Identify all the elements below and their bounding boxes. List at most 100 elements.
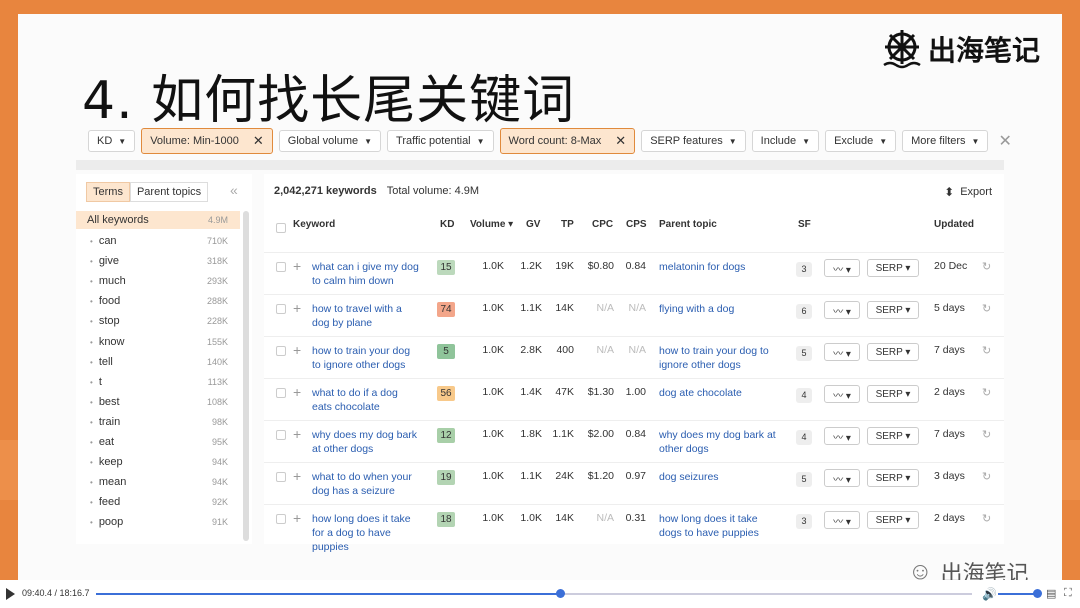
keyword-link[interactable]: what to do if a dog eats chocolate bbox=[312, 386, 398, 414]
col-tp[interactable]: TP bbox=[561, 219, 574, 230]
row-checkbox[interactable] bbox=[276, 262, 286, 272]
filter-exclude[interactable]: Exclude ▼ bbox=[825, 130, 897, 152]
keyword-link[interactable]: how to travel with a dog by plane bbox=[312, 302, 402, 330]
sidebar-item-term[interactable]: • know 155K bbox=[76, 331, 240, 351]
add-icon[interactable]: + bbox=[293, 342, 301, 358]
progress-knob[interactable] bbox=[556, 589, 565, 598]
sf-count[interactable]: 3 bbox=[796, 514, 812, 529]
add-icon[interactable]: + bbox=[293, 426, 301, 442]
row-checkbox[interactable] bbox=[276, 430, 286, 440]
filter-word-count[interactable]: Word count: 8-Max ✕ bbox=[499, 128, 636, 154]
filter-serp-features[interactable]: SERP features ▼ bbox=[641, 130, 746, 152]
sidebar-item-all-keywords[interactable]: All keywords 4.9M bbox=[76, 211, 240, 229]
sf-count[interactable]: 4 bbox=[796, 430, 812, 445]
tab-terms[interactable]: Terms bbox=[86, 182, 130, 202]
col-updated[interactable]: Updated bbox=[934, 219, 974, 230]
add-icon[interactable]: + bbox=[293, 258, 301, 274]
volume-knob[interactable] bbox=[1033, 589, 1042, 598]
keyword-link[interactable]: why does my dog bark at other dogs bbox=[312, 428, 417, 456]
parent-topic-link[interactable]: dog ate chocolate bbox=[659, 386, 742, 400]
serp-dropdown[interactable]: SERP ▾ bbox=[867, 427, 919, 445]
add-icon[interactable]: + bbox=[293, 300, 301, 316]
refresh-icon[interactable]: ↻ bbox=[982, 344, 991, 357]
keyword-link[interactable]: how long does it take for a dog to have pu… bbox=[312, 512, 411, 554]
parent-topic-link[interactable]: how to train your dog to ignore other dog… bbox=[659, 344, 769, 372]
row-checkbox[interactable] bbox=[276, 514, 286, 524]
row-checkbox[interactable] bbox=[276, 388, 286, 398]
serp-dropdown[interactable]: SERP ▾ bbox=[867, 343, 919, 361]
parent-topic-link[interactable]: dog seizures bbox=[659, 470, 719, 484]
trend-dropdown[interactable]: 〰 ▾ bbox=[824, 343, 860, 361]
keyword-link[interactable]: what to do when your dog has a seizure bbox=[312, 470, 412, 498]
trend-dropdown[interactable]: 〰 ▾ bbox=[824, 385, 860, 403]
sidebar-item-term[interactable]: • train 98K bbox=[76, 412, 240, 432]
add-icon[interactable]: + bbox=[293, 510, 301, 526]
sidebar-item-term[interactable]: • tell 140K bbox=[76, 352, 240, 372]
volume-icon[interactable]: 🔊 bbox=[982, 587, 997, 601]
playlist-icon[interactable]: ▤ bbox=[1046, 587, 1056, 600]
filter-kd[interactable]: KD ▼ bbox=[88, 130, 136, 152]
sidebar-item-term[interactable]: • much 293K bbox=[76, 271, 240, 291]
trend-dropdown[interactable]: 〰 ▾ bbox=[824, 427, 860, 445]
sidebar-item-term[interactable]: • give 318K bbox=[76, 251, 240, 271]
refresh-icon[interactable]: ↻ bbox=[982, 386, 991, 399]
row-checkbox[interactable] bbox=[276, 346, 286, 356]
tab-parent-topics[interactable]: Parent topics bbox=[129, 182, 209, 202]
col-cps[interactable]: CPS bbox=[626, 219, 647, 230]
sf-count[interactable]: 5 bbox=[796, 472, 812, 487]
serp-dropdown[interactable]: SERP ▾ bbox=[867, 385, 919, 403]
trend-dropdown[interactable]: 〰 ▾ bbox=[824, 259, 860, 277]
filter-more[interactable]: More filters ▼ bbox=[902, 130, 989, 152]
sidebar-item-term[interactable]: • feed 92K bbox=[76, 492, 240, 512]
serp-dropdown[interactable]: SERP ▾ bbox=[867, 469, 919, 487]
serp-dropdown[interactable]: SERP ▾ bbox=[867, 259, 919, 277]
refresh-icon[interactable]: ↻ bbox=[982, 470, 991, 483]
serp-dropdown[interactable]: SERP ▾ bbox=[867, 301, 919, 319]
col-parent-topic[interactable]: Parent topic bbox=[659, 219, 717, 230]
filter-include[interactable]: Include ▼ bbox=[751, 130, 820, 152]
trend-dropdown[interactable]: 〰 ▾ bbox=[824, 511, 860, 529]
col-kd[interactable]: KD bbox=[440, 219, 454, 230]
sidebar-item-term[interactable]: • eat 95K bbox=[76, 432, 240, 452]
parent-topic-link[interactable]: melatonin for dogs bbox=[659, 260, 745, 274]
col-cpc[interactable]: CPC bbox=[592, 219, 613, 230]
refresh-icon[interactable]: ↻ bbox=[982, 512, 991, 525]
sidebar-item-term[interactable]: • poop 91K bbox=[76, 512, 240, 532]
close-icon[interactable]: ✕ bbox=[615, 133, 626, 149]
col-keyword[interactable]: Keyword bbox=[293, 219, 335, 230]
refresh-icon[interactable]: ↻ bbox=[982, 260, 991, 273]
sf-count[interactable]: 3 bbox=[796, 262, 812, 277]
filter-volume[interactable]: Volume: Min-1000 ✕ bbox=[141, 128, 273, 154]
export-button[interactable]: ⬍ Export bbox=[944, 185, 992, 199]
keyword-link[interactable]: what can i give my dog to calm him down bbox=[312, 260, 419, 288]
sf-count[interactable]: 6 bbox=[796, 304, 812, 319]
sf-count[interactable]: 5 bbox=[796, 346, 812, 361]
parent-topic-link[interactable]: why does my dog bark at other dogs bbox=[659, 428, 776, 456]
clear-filters-icon[interactable]: ✕ bbox=[998, 131, 1011, 151]
col-gv[interactable]: GV bbox=[526, 219, 540, 230]
sidebar-item-term[interactable]: • can 710K bbox=[76, 231, 240, 251]
refresh-icon[interactable]: ↻ bbox=[982, 302, 991, 315]
parent-topic-link[interactable]: flying with a dog bbox=[659, 302, 734, 316]
sidebar-item-term[interactable]: • food 288K bbox=[76, 291, 240, 311]
sf-count[interactable]: 4 bbox=[796, 388, 812, 403]
select-all-checkbox[interactable] bbox=[276, 223, 286, 233]
sidebar-item-term[interactable]: • stop 228K bbox=[76, 311, 240, 331]
close-icon[interactable]: ✕ bbox=[253, 133, 264, 149]
sidebar-item-term[interactable]: • best 108K bbox=[76, 392, 240, 412]
volume-track[interactable] bbox=[998, 593, 1038, 595]
trend-dropdown[interactable]: 〰 ▾ bbox=[824, 469, 860, 487]
filter-traffic-potential[interactable]: Traffic potential ▼ bbox=[387, 130, 494, 152]
col-sf[interactable]: SF bbox=[798, 219, 811, 230]
fullscreen-icon[interactable]: ⛶ bbox=[1064, 587, 1072, 600]
scrollbar[interactable] bbox=[243, 211, 249, 541]
serp-dropdown[interactable]: SERP ▾ bbox=[867, 511, 919, 529]
play-icon[interactable] bbox=[6, 588, 15, 600]
filter-global-volume[interactable]: Global volume ▼ bbox=[278, 130, 382, 152]
row-checkbox[interactable] bbox=[276, 304, 286, 314]
refresh-icon[interactable]: ↻ bbox=[982, 428, 991, 441]
parent-topic-link[interactable]: how long does it take dogs to have puppie… bbox=[659, 512, 759, 540]
sidebar-item-term[interactable]: • t 113K bbox=[76, 372, 240, 392]
trend-dropdown[interactable]: 〰 ▾ bbox=[824, 301, 860, 319]
sidebar-item-term[interactable]: • keep 94K bbox=[76, 452, 240, 472]
